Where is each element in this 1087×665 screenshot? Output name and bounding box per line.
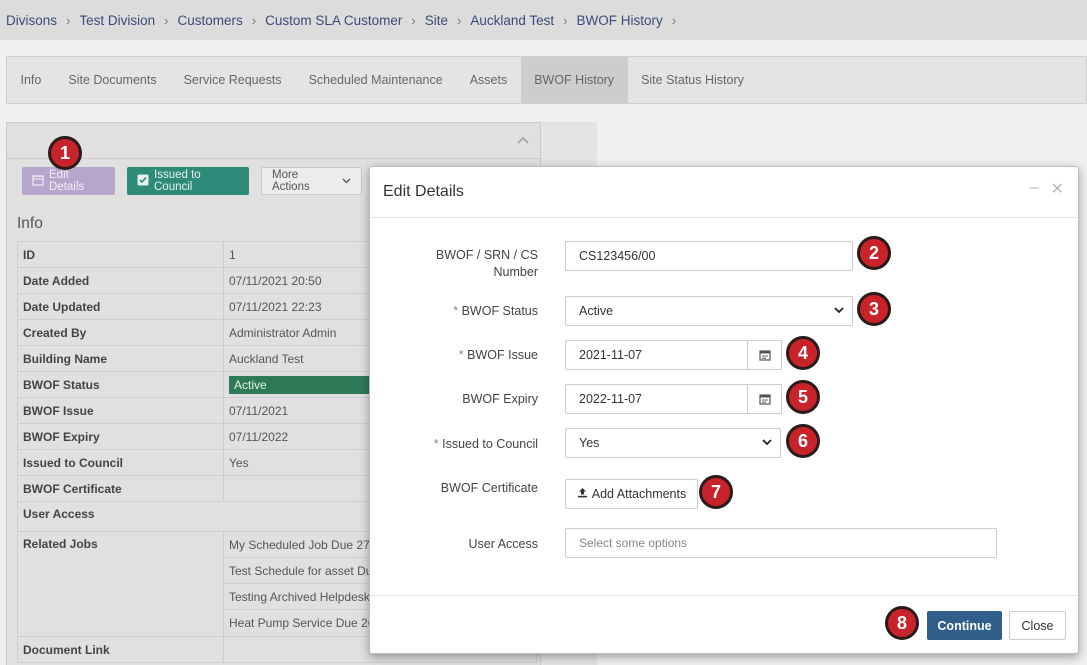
close-icon[interactable]: ✕ [1051, 179, 1064, 199]
modal-title: Edit Details [383, 183, 464, 200]
chevron-right-icon: › [164, 12, 169, 28]
add-attachments-button[interactable]: Add Attachments [565, 479, 698, 509]
close-button[interactable]: Close [1009, 611, 1066, 640]
bwof-issue-input[interactable]: 2021-11-07 [565, 340, 748, 370]
bwof-issue-date: 2021-11-07 [565, 340, 782, 370]
callout-badge: 7 [699, 475, 733, 509]
row-key: BWOF Issue [17, 397, 224, 424]
breadcrumb: Divisons › Test Division › Customers › Cust… [0, 0, 1087, 40]
user-access-placeholder: Select some options [579, 536, 688, 550]
callout-badge: 2 [857, 236, 891, 270]
add-attachments-label: Add Attachments [591, 487, 687, 501]
issued-to-council-button[interactable]: Issued to Council [127, 167, 249, 195]
chevron-right-icon: › [563, 12, 568, 28]
calendar-icon[interactable] [748, 340, 782, 370]
row-key: Document Link [17, 636, 224, 663]
tab-site-status-history[interactable]: Site Status History [628, 57, 758, 103]
tab-info[interactable]: Info [7, 57, 55, 103]
continue-button[interactable]: Continue [927, 611, 1002, 640]
tab-site-documents[interactable]: Site Documents [55, 57, 170, 103]
callout-badge: 3 [857, 292, 891, 326]
breadcrumb-division[interactable]: Test Division [79, 13, 155, 28]
row-key: BWOF Expiry [17, 423, 224, 450]
issued-to-council-field-label: * Issued to Council [433, 437, 538, 451]
tab-scheduled-maintenance[interactable]: Scheduled Maintenance [295, 57, 456, 103]
minimize-icon[interactable]: – [1030, 179, 1039, 199]
row-key: BWOF Certificate [17, 475, 224, 502]
more-actions-button[interactable]: More Actions [261, 167, 362, 195]
bwof-status-label: * BWOF Status [453, 304, 538, 318]
modal-footer: Continue Close [370, 595, 1078, 654]
bwof-expiry-date: 2022-11-07 [565, 384, 782, 414]
chevron-down-icon [762, 438, 772, 449]
tab-bwof-history[interactable]: BWOF History [520, 57, 628, 103]
issued-to-council-label-text: Issued to Council [442, 437, 538, 451]
chevron-down-icon [342, 175, 351, 187]
breadcrumb-site[interactable]: Site [425, 13, 448, 28]
tab-assets[interactable]: Assets [456, 57, 521, 103]
callout-badge: 1 [48, 136, 82, 170]
tab-bar: Info Site Documents Service Requests Sch… [6, 56, 1087, 104]
action-toolbar: Edit Details Issued to Council More Acti… [22, 167, 362, 195]
edit-details-button[interactable]: Edit Details [22, 167, 115, 195]
callout-badge: 5 [786, 380, 820, 414]
callout-badge: 6 [786, 424, 820, 458]
breadcrumb-divisions[interactable]: Divisons [6, 13, 57, 28]
bwof-issue-label-text: BWOF Issue [467, 348, 538, 362]
issued-to-council-value: Yes [579, 436, 600, 450]
bwof-expiry-input[interactable]: 2022-11-07 [565, 384, 748, 414]
calendar-icon [32, 174, 44, 189]
bwof-issue-label: * BWOF Issue [458, 348, 538, 362]
user-access-multiselect[interactable]: Select some options [565, 528, 997, 558]
panel-header [7, 123, 540, 159]
upload-icon [577, 487, 588, 501]
issued-to-council-label: Issued to Council [154, 169, 201, 193]
breadcrumb-customer[interactable]: Custom SLA Customer [265, 13, 402, 28]
issued-to-council-select[interactable]: Yes [565, 428, 781, 458]
breadcrumb-site-name[interactable]: Auckland Test [470, 13, 554, 28]
chevron-right-icon: › [457, 12, 462, 28]
modal-controls: – ✕ [1030, 179, 1064, 199]
chevron-right-icon: › [411, 12, 416, 28]
edit-details-modal: Edit Details – ✕ BWOF / SRN / CS Number … [369, 166, 1079, 654]
bwof-status-select[interactable]: Active [565, 296, 853, 326]
bwof-expiry-label: BWOF Expiry [462, 392, 538, 406]
chevron-right-icon: › [66, 12, 71, 28]
row-key: Issued to Council [17, 449, 224, 476]
row-key: ID [17, 241, 224, 268]
user-access-label: User Access [468, 537, 538, 551]
tab-service-requests[interactable]: Service Requests [170, 57, 295, 103]
callout-badge: 4 [786, 336, 820, 370]
bwof-number-label: BWOF / SRN / CS Number [435, 248, 538, 279]
chevron-right-icon: › [251, 12, 257, 28]
modal-header: Edit Details – ✕ [370, 167, 1078, 218]
bwof-status-label-text: BWOF Status [461, 304, 538, 318]
row-key: Created By [17, 319, 224, 346]
row-key: Date Updated [17, 293, 224, 320]
callout-badge: 8 [885, 606, 919, 640]
calendar-icon[interactable] [748, 384, 782, 414]
row-key: Building Name [17, 345, 224, 372]
breadcrumb-customers[interactable]: Customers [177, 13, 242, 28]
bwof-status-value: Active [579, 304, 614, 318]
checkbox-icon [137, 174, 149, 189]
row-key: Date Added [17, 267, 224, 294]
related-jobs-label: Related Jobs [17, 531, 224, 637]
bwof-certificate-label: BWOF Certificate [440, 481, 538, 495]
bwof-number-input[interactable]: CS123456/00 [565, 241, 853, 271]
chevron-up-icon[interactable] [516, 133, 530, 148]
chevron-down-icon [834, 306, 844, 317]
info-heading: Info [17, 215, 43, 232]
row-key: BWOF Status [17, 371, 224, 398]
more-actions-label: More Actions [272, 169, 310, 193]
chevron-right-icon: › [671, 12, 677, 28]
breadcrumb-current: BWOF History [576, 12, 663, 28]
edit-details-label: Edit Details [49, 169, 85, 193]
